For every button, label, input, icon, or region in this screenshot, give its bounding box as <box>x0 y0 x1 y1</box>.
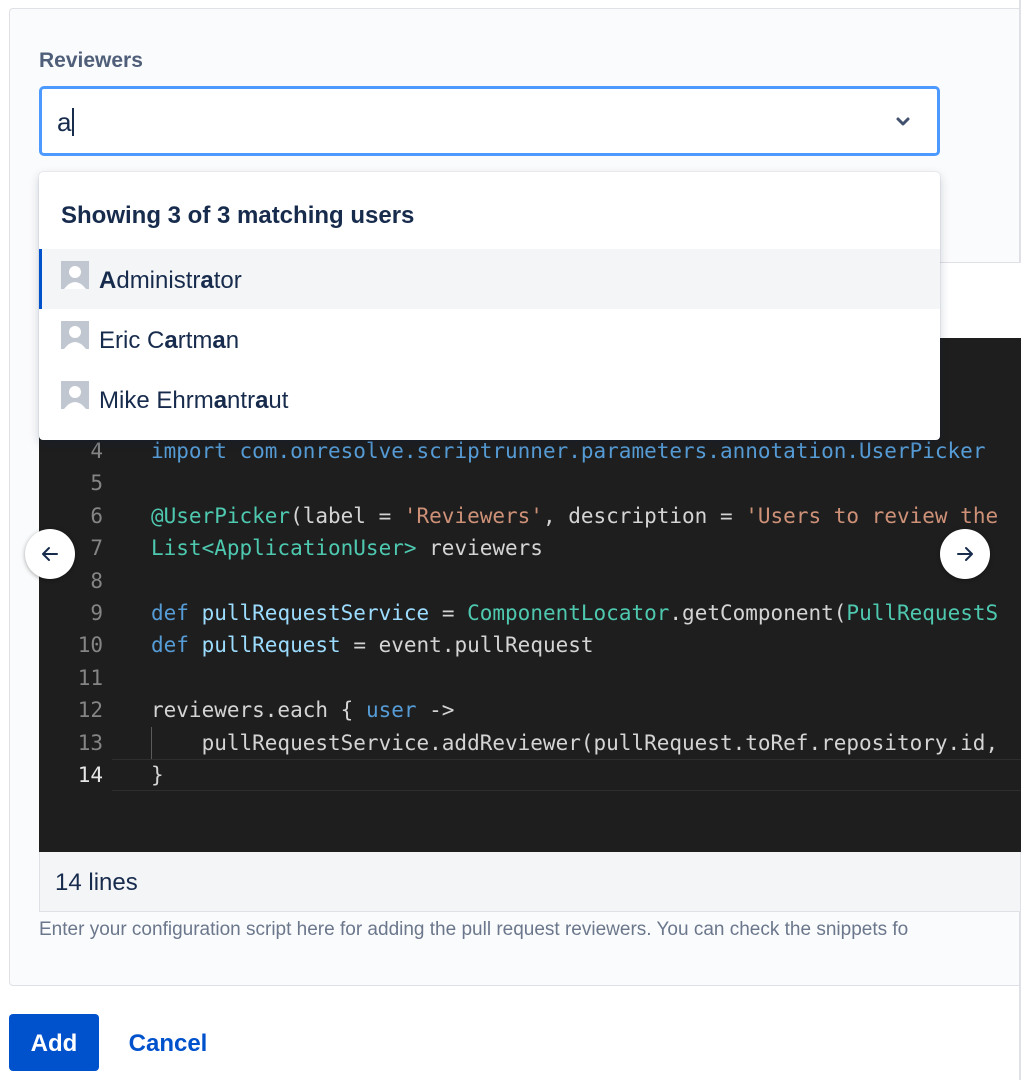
line-number: 6 <box>90 503 103 528</box>
code-text: def pullRequest = event.pullRequest <box>151 633 594 658</box>
user-option-name: Mike Ehrmantraut <box>99 387 289 414</box>
add-button-label: Add <box>30 1030 78 1057</box>
user-option[interactable]: Mike Ehrmantraut <box>39 369 940 429</box>
line-number: 11 <box>77 665 103 690</box>
reviewers-select[interactable]: a <box>39 86 940 156</box>
code-line: 8 <box>39 565 1021 597</box>
line-number: 14 <box>77 763 103 787</box>
dropdown-header: Showing 3 of 3 matching users <box>61 202 415 229</box>
default-avatar-icon <box>61 261 89 289</box>
code-line: 5 <box>39 467 1021 499</box>
code-text: @UserPicker(label = 'Reviewers', descrip… <box>151 503 999 528</box>
reviewers-input[interactable]: a <box>57 107 75 138</box>
user-option-name: Administrator <box>99 267 242 294</box>
prev-button[interactable] <box>25 529 75 579</box>
code-line: 9 def pullRequestService = ComponentLocat… <box>39 597 1021 629</box>
arrow-right-icon <box>957 547 973 561</box>
line-number: 10 <box>77 633 103 658</box>
reviewers-input-text: a <box>57 107 72 137</box>
arrow-left-icon <box>42 547 58 561</box>
code-text: def pullRequestService = ComponentLocato… <box>151 601 999 625</box>
reviewers-label: Reviewers <box>39 49 143 72</box>
code-line: 12 reviewers.each { user -> <box>39 694 1021 726</box>
user-option[interactable]: Eric Cartman <box>39 309 940 369</box>
cancel-button-label: Cancel <box>128 1030 208 1057</box>
code-line: 13 pullRequestService.addReviewer(pullRe… <box>39 727 1021 759</box>
background-tab-strip <box>940 262 1021 339</box>
editor-footer: 14 lines <box>39 852 1021 912</box>
line-number: 12 <box>77 698 103 723</box>
user-option-name: Eric Cartman <box>99 327 240 354</box>
code-text: reviewers.each { user -> <box>151 698 455 723</box>
code-text: pullRequestService.addReviewer(pullReque… <box>151 730 999 755</box>
code-line: 11 <box>39 662 1021 694</box>
add-button[interactable]: Add <box>9 1014 99 1071</box>
code-line: 6 @UserPicker(label = 'Reviewers', descri… <box>39 500 1021 532</box>
line-number: 5 <box>90 471 103 496</box>
user-suggestions-dropdown: Showing 3 of 3 matching users Administra… <box>39 172 940 440</box>
code-line: 14} <box>39 759 1021 791</box>
text-cursor <box>72 108 75 136</box>
code-text: } <box>151 763 164 787</box>
user-option[interactable]: Administrator <box>39 249 940 309</box>
line-number: 13 <box>77 730 103 755</box>
line-count: 14 lines <box>55 869 138 896</box>
chevron-down-icon[interactable] <box>891 109 915 133</box>
code-text: List<ApplicationUser> reviewers <box>151 536 543 561</box>
cancel-button[interactable]: Cancel <box>113 1014 223 1071</box>
help-text: Enter your configuration script here for… <box>39 919 909 940</box>
line-number: 9 <box>90 601 103 625</box>
next-button[interactable] <box>940 529 990 579</box>
default-avatar-icon <box>61 321 89 349</box>
code-line: 10 def pullRequest = event.pullRequest <box>39 629 1021 661</box>
code-line: 7 List<ApplicationUser> reviewers <box>39 532 1021 564</box>
default-avatar-icon <box>61 381 89 409</box>
